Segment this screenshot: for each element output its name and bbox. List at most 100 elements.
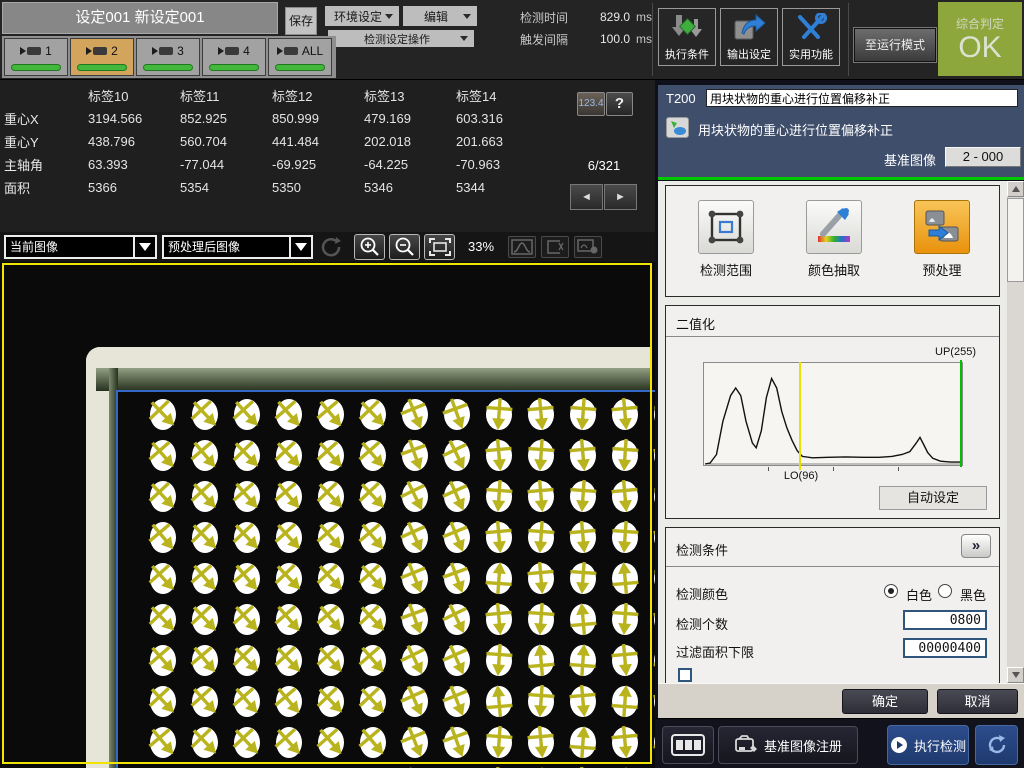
table-cell: -77.044 bbox=[180, 153, 272, 176]
viewer-toolbar: 当前图像 预处理后图像 33% bbox=[0, 232, 655, 262]
lower-threshold-label: LO(96) bbox=[771, 470, 831, 482]
binarization-title: 二值化 bbox=[676, 314, 715, 333]
row-label: 面积 bbox=[4, 176, 88, 199]
scene-tab-1[interactable]: 1 bbox=[4, 38, 68, 76]
unit-header: T200 用块状物的重心进行位置偏移补正 基准图像 2 - 000 bbox=[658, 85, 1024, 177]
output-settings-button[interactable]: 输出设定 bbox=[720, 8, 778, 66]
table-cell: 5344 bbox=[456, 176, 548, 199]
utility-button[interactable]: 实用功能 bbox=[782, 8, 840, 66]
camera-register-icon bbox=[734, 735, 758, 755]
numeric-display-button[interactable]: 123.4 bbox=[577, 92, 605, 116]
table-cell: 3194.566 bbox=[88, 107, 180, 130]
image-viewport[interactable] bbox=[0, 262, 655, 768]
tab-label: 2 bbox=[111, 44, 118, 58]
refresh-icon[interactable] bbox=[320, 236, 344, 258]
scroll-up-button[interactable] bbox=[1007, 181, 1024, 197]
table-cell: 5346 bbox=[364, 176, 456, 199]
settings-panel: T200 用块状物的重心进行位置偏移补正 基准图像 2 - 000 检测范围 bbox=[655, 80, 1024, 768]
table-cell: 603.316 bbox=[456, 107, 548, 130]
next-page-button[interactable]: ► bbox=[604, 184, 637, 210]
chevron-down-icon bbox=[463, 14, 471, 19]
min-area-input[interactable] bbox=[903, 638, 987, 658]
scroll-down-button[interactable] bbox=[1007, 667, 1024, 683]
table-row: 重心Y438.796560.704441.484202.018201.663 bbox=[4, 130, 548, 153]
environment-menu[interactable]: 环境设定 bbox=[325, 6, 399, 26]
fit-screen-button[interactable] bbox=[424, 234, 455, 260]
save-button[interactable]: 保存 bbox=[285, 7, 317, 35]
status-line bbox=[658, 177, 1024, 180]
table-cell: -70.963 bbox=[456, 153, 548, 176]
image-logging-button[interactable] bbox=[662, 726, 714, 764]
partial-checkbox[interactable] bbox=[678, 668, 692, 682]
line-profile-button[interactable] bbox=[541, 236, 569, 258]
camera-unit-icon bbox=[20, 47, 41, 55]
position-compensation-icon bbox=[666, 117, 689, 138]
scene-tab-4[interactable]: 4 bbox=[202, 38, 266, 76]
preprocess-button[interactable] bbox=[914, 200, 970, 254]
timing-stats: 检测时间 829.0 ms 触发间隔 100.0 ms bbox=[520, 6, 655, 50]
row-label: 主轴角 bbox=[4, 153, 88, 176]
panel-scrollbar[interactable] bbox=[1007, 181, 1024, 683]
conditions-section: 检测条件 » 检测颜色 白色 黑色 检测个数 过滤面积下限 bbox=[665, 527, 1000, 683]
register-reference-image-button[interactable]: 基准图像注册 bbox=[718, 726, 858, 764]
detection-range-button[interactable] bbox=[698, 200, 754, 254]
run-mode-button[interactable]: 至运行模式 bbox=[854, 28, 936, 62]
lower-threshold-line[interactable] bbox=[799, 362, 801, 470]
table-cell: 201.663 bbox=[456, 130, 548, 153]
histogram-plot[interactable] bbox=[703, 362, 963, 466]
reference-image-label: 基准图像 bbox=[884, 150, 936, 169]
divider bbox=[848, 3, 849, 76]
line-profile-icon bbox=[544, 239, 566, 255]
black-radio[interactable] bbox=[938, 584, 952, 598]
image-source-dropdown[interactable]: 当前图像 bbox=[4, 235, 157, 259]
white-radio[interactable] bbox=[884, 584, 898, 598]
divider bbox=[666, 336, 999, 337]
table-cell: 202.018 bbox=[364, 130, 456, 153]
camera-unit-icon bbox=[86, 47, 107, 55]
play-icon bbox=[890, 736, 908, 754]
column-header: 标签12 bbox=[272, 84, 364, 107]
ok-button[interactable]: 确定 bbox=[842, 689, 928, 714]
inspection-time-value: 829.0 bbox=[582, 10, 630, 24]
unit-description: 用块状物的重心进行位置偏移补正 bbox=[698, 120, 893, 139]
unit-title-input[interactable] bbox=[706, 89, 1018, 107]
loop-arrows-icon bbox=[985, 733, 1009, 757]
cancel-button[interactable]: 取消 bbox=[937, 689, 1018, 714]
scene-tab-3[interactable]: 3 bbox=[136, 38, 200, 76]
chevron-down-icon bbox=[289, 237, 311, 257]
trigger-interval-label: 触发间隔 bbox=[520, 31, 582, 48]
scene-title: 设定001 新设定001 bbox=[2, 2, 278, 34]
filmstrip-icon bbox=[671, 734, 705, 756]
scene-tab-2[interactable]: 2 bbox=[70, 38, 134, 76]
tab-status-bar bbox=[77, 64, 127, 71]
table-cell: 852.925 bbox=[180, 107, 272, 130]
scrollbar-thumb[interactable] bbox=[1007, 198, 1024, 282]
reference-image-value[interactable]: 2 - 000 bbox=[945, 147, 1021, 167]
exec-condition-button[interactable]: 执行条件 bbox=[658, 8, 716, 66]
inspection-operations-menu[interactable]: 检测设定操作 bbox=[328, 30, 474, 47]
image-settings-button[interactable] bbox=[574, 236, 602, 258]
display-mode-dropdown[interactable]: 预处理后图像 bbox=[162, 235, 313, 259]
color-extraction-button[interactable] bbox=[806, 200, 862, 254]
edit-menu[interactable]: 编辑 bbox=[403, 6, 477, 26]
tools-section: 检测范围 颜色抽取 bbox=[665, 185, 1000, 297]
histogram-tool-button[interactable] bbox=[508, 236, 536, 258]
tab-label: 1 bbox=[45, 44, 52, 58]
continuous-run-button[interactable] bbox=[975, 725, 1018, 765]
detection-count-input[interactable] bbox=[903, 610, 987, 630]
upper-threshold-line[interactable] bbox=[960, 360, 962, 467]
prev-page-button[interactable]: ◄ bbox=[570, 184, 603, 210]
column-header: 标签13 bbox=[364, 84, 456, 107]
zoom-in-button[interactable] bbox=[354, 234, 385, 260]
run-inspection-button[interactable]: 执行检测 bbox=[887, 725, 969, 765]
expand-button[interactable]: » bbox=[961, 534, 991, 558]
scene-tab-ALL[interactable]: ALL bbox=[268, 38, 332, 76]
zoom-out-button[interactable] bbox=[389, 234, 420, 260]
triangle-down-icon bbox=[1012, 672, 1020, 678]
help-button[interactable]: ? bbox=[606, 92, 633, 116]
auto-set-button[interactable]: 自动设定 bbox=[879, 486, 987, 510]
table-cell: 438.796 bbox=[88, 130, 180, 153]
tab-status-bar bbox=[11, 64, 61, 71]
white-option-label: 白色 bbox=[906, 585, 932, 604]
unit-id: T200 bbox=[666, 91, 696, 106]
